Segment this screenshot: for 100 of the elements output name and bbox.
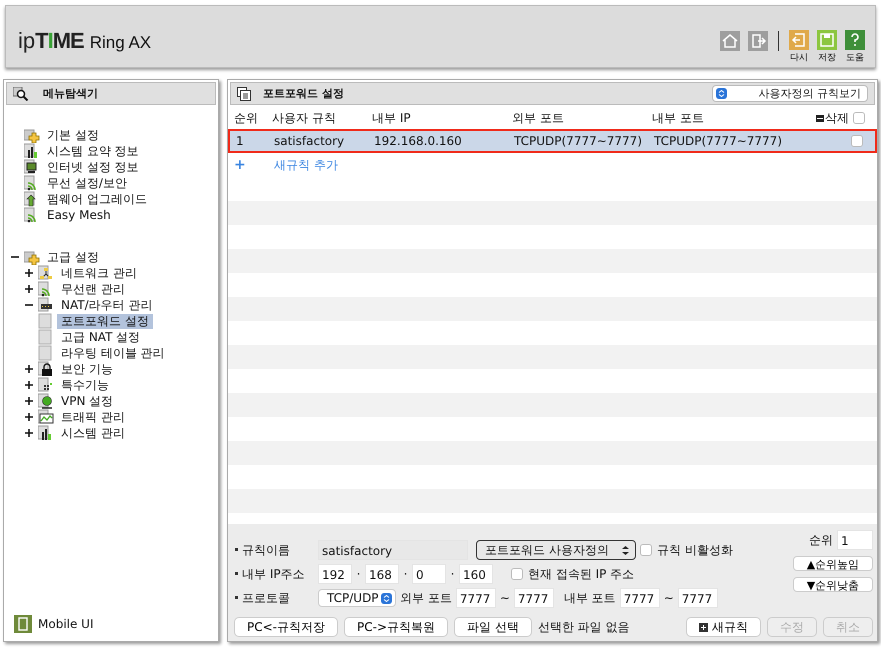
action-button[interactable]: 새규칙 — [686, 617, 761, 637]
menu-item[interactable]: NAT/라우터 관리 — [57, 298, 156, 312]
menu-item[interactable]: 펌웨어 업그레이드 — [43, 192, 151, 206]
port-field[interactable]: 7777 — [620, 588, 660, 608]
panel-title: 포트포워드 설정 — [263, 86, 344, 101]
port-field[interactable]: 7777 — [678, 588, 718, 608]
rank-field[interactable]: 1 — [837, 530, 873, 550]
router-icon — [38, 297, 54, 313]
plus-icon — [699, 622, 708, 632]
column-header: 삭제 — [825, 110, 849, 126]
page-icon — [38, 345, 54, 361]
checkbox[interactable] — [640, 544, 652, 556]
menu-item[interactable]: 고급 NAT 설정 — [57, 330, 144, 344]
checkbox-label: 현재 접속된 IP 주소 — [528, 566, 634, 582]
minus-icon — [816, 114, 824, 122]
field-label: 외부 포트 — [400, 590, 452, 606]
ip-octet-field[interactable]: 160 — [459, 564, 493, 584]
menu-item[interactable]: 기본 설정 — [43, 128, 103, 142]
page-icon — [38, 313, 54, 329]
action-button[interactable]: PC->규칙복원 — [344, 617, 448, 637]
field-label: 프로토콜 — [234, 590, 314, 606]
column-header: 내부 포트 — [652, 110, 705, 126]
field-label: 내부 포트 — [564, 590, 616, 606]
sidebar-title: 메뉴탐색기 — [6, 82, 216, 105]
menu-item[interactable]: VPN 설정 — [57, 394, 118, 408]
port-field[interactable]: 7777 — [514, 588, 554, 608]
field-label: 내부 IP주소 — [234, 566, 314, 582]
column-header: 내부 IP — [372, 110, 412, 126]
separator: · — [356, 567, 361, 581]
expand-icon[interactable] — [25, 268, 33, 276]
logo: ipTIME Ring AX — [18, 28, 152, 54]
action-button[interactable]: PC<-규칙저장 — [234, 617, 338, 637]
add-rule-link[interactable]: 새규칙 추가 — [274, 156, 338, 174]
page-icon — [38, 329, 54, 345]
menu-item[interactable]: 무선랜 관리 — [57, 282, 129, 296]
select-all-checkbox[interactable] — [853, 112, 865, 124]
ip-octet-field[interactable]: 168 — [365, 564, 399, 584]
expand-icon[interactable] — [25, 364, 33, 372]
view-select[interactable]: 사용자정의 규칙보기 — [712, 85, 868, 102]
menu-item[interactable]: 보안 기능 — [57, 362, 117, 376]
network-icon — [38, 265, 54, 281]
checkbox-label: 규칙 비활성화 — [657, 542, 733, 558]
port-field[interactable]: 7777 — [456, 588, 496, 608]
ip-octet-field[interactable]: 0 — [412, 564, 446, 584]
logout-button[interactable] — [748, 31, 768, 51]
menu-item[interactable]: 트래픽 관리 — [57, 410, 129, 424]
expand-icon[interactable] — [25, 284, 33, 292]
search-icon — [13, 86, 29, 100]
expand-icon[interactable] — [25, 380, 33, 388]
move-down-button[interactable]: ▼순위낮춤 — [793, 577, 873, 592]
column-header: 순위 — [234, 110, 259, 126]
menu-item[interactable]: 고급 설정 — [43, 250, 103, 264]
chart-icon — [38, 425, 54, 441]
column-header: 사용자 규칙 — [272, 110, 337, 126]
table-row[interactable]: 1 satisfactory 192.168.0.160 TCPUDP(7777~7777) TCPUDP(7777~7777) — [228, 129, 877, 153]
field-label: 순위 — [809, 532, 833, 548]
table-cell-text: satisfactory — [274, 134, 346, 148]
lock-icon — [38, 361, 54, 377]
checkbox[interactable] — [511, 568, 523, 580]
move-up-button[interactable]: ▲순위높임 — [793, 556, 873, 571]
menu-item[interactable]: 네트워크 관리 — [57, 266, 141, 280]
column-header: 외부 포트 — [512, 110, 565, 126]
home-button[interactable] — [720, 31, 740, 51]
traffic-icon — [38, 409, 54, 425]
window-icon — [237, 86, 251, 100]
field-label: 규칙이름 — [234, 542, 314, 558]
expand-icon[interactable] — [25, 428, 33, 436]
preset-select[interactable]: 포트포워드 사용자정의 — [476, 540, 636, 560]
table-cell-text: 1 — [236, 134, 245, 148]
phone-icon — [14, 615, 32, 633]
menu-item[interactable]: 시스템 요약 정보 — [43, 144, 143, 158]
action-button[interactable]: 파일 선택 — [454, 617, 532, 637]
menu-item[interactable]: 시스템 관리 — [57, 426, 129, 440]
expand-icon[interactable] — [25, 396, 33, 404]
separator: ~ — [500, 591, 510, 605]
table-cell-text: TCPUDP(7777~7777) — [654, 134, 783, 148]
menu-item[interactable]: Easy Mesh — [43, 208, 115, 222]
stepper-icon — [622, 544, 629, 556]
table-cell-text: 192.168.0.160 — [374, 134, 463, 148]
plus-icon[interactable]: + — [234, 157, 274, 173]
globe-icon — [38, 393, 54, 409]
separator: · — [450, 567, 455, 581]
separator: ~ — [664, 591, 674, 605]
menu-item[interactable]: 인터넷 설정 정보 — [43, 160, 143, 174]
dots-icon — [38, 377, 54, 393]
mobile-ui-link[interactable]: Mobile UI — [38, 617, 94, 631]
protocol-select[interactable]: TCP/UDP — [318, 589, 396, 607]
expand-icon[interactable] — [25, 412, 33, 420]
row-checkbox[interactable] — [851, 135, 863, 147]
folder-plus-icon — [24, 127, 40, 143]
folder-plus-icon — [24, 249, 40, 265]
table-cell-text: TCPUDP(7777~7777) — [514, 134, 643, 148]
rule-name-field[interactable]: satisfactory — [318, 540, 468, 560]
file-status: 선택한 파일 없음 — [538, 618, 630, 636]
menu-item[interactable]: 포트포워드 설정 — [57, 314, 153, 328]
ip-octet-field[interactable]: 192 — [318, 564, 352, 584]
stepper-icon — [716, 88, 727, 99]
menu-item[interactable]: 특수기능 — [57, 378, 113, 392]
menu-item[interactable]: 라우팅 테이블 관리 — [57, 346, 169, 360]
menu-item[interactable]: 무선 설정/보안 — [43, 176, 131, 190]
